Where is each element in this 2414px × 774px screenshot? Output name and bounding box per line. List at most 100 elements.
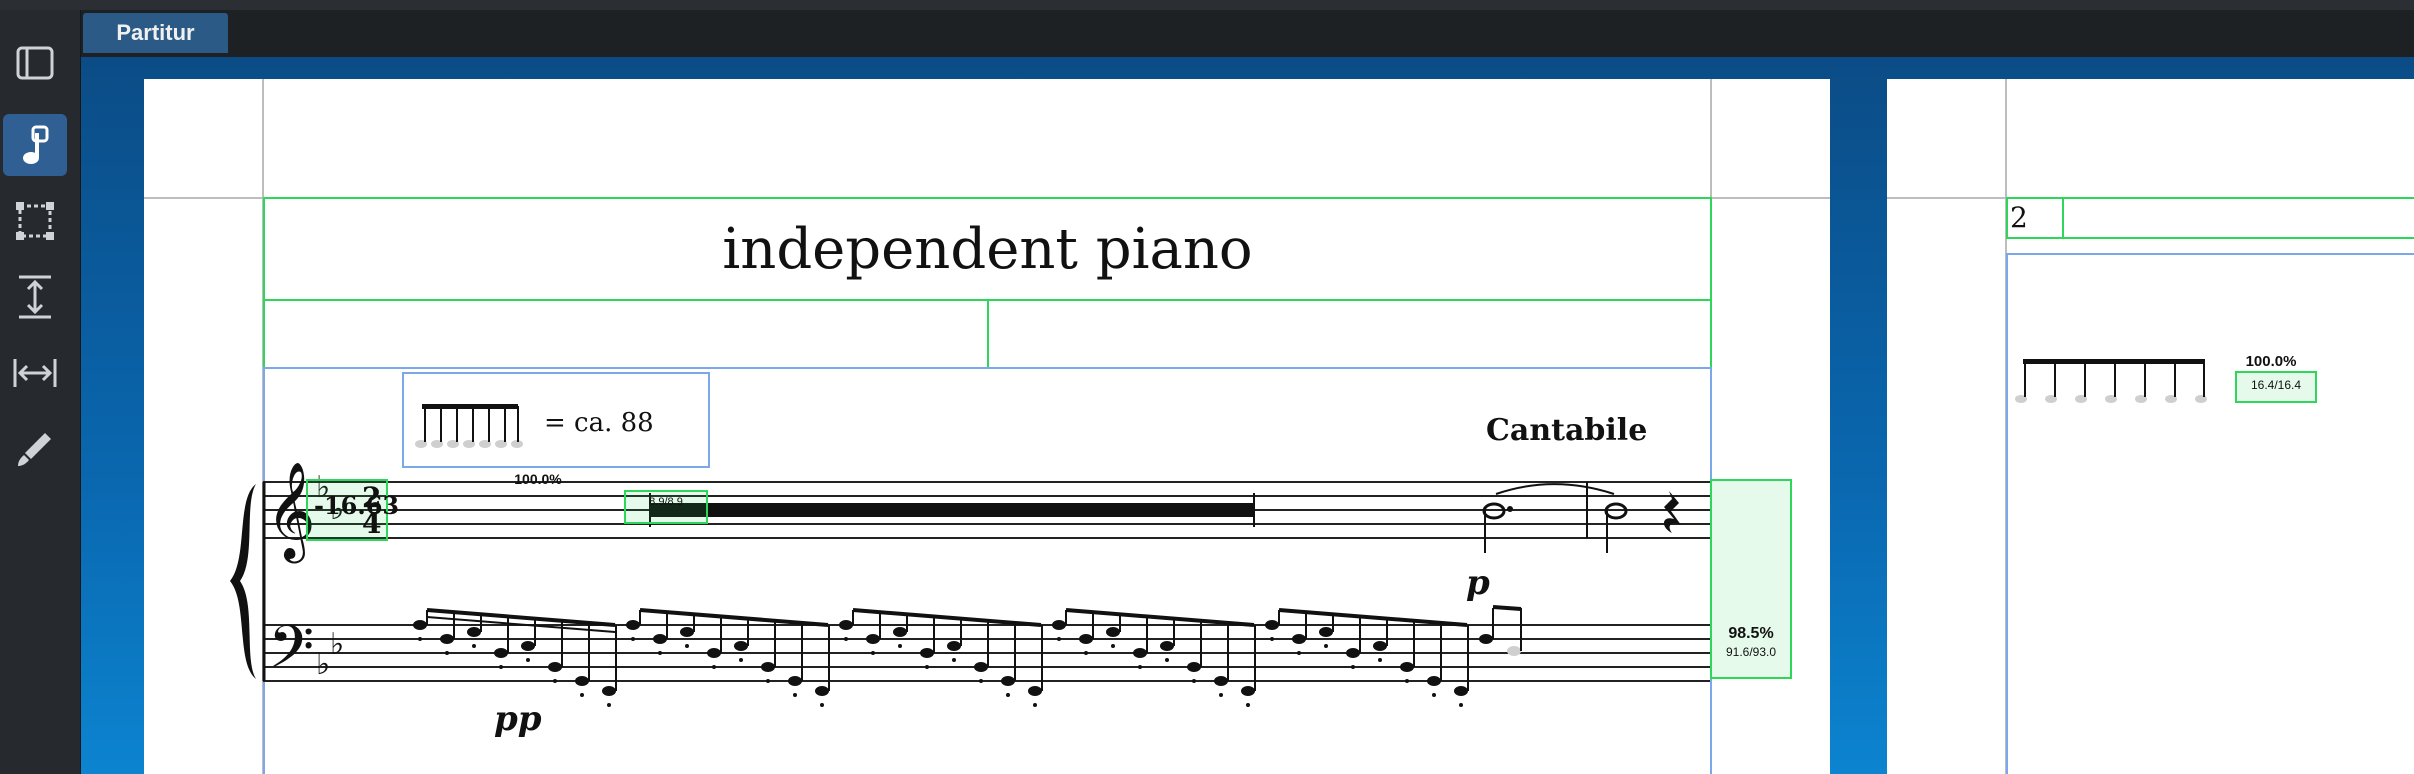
bass-note-head [1079, 634, 1093, 644]
score-page-1[interactable]: independent piano = ca. 88 Cantabile 𝄞 𝄢… [144, 79, 1830, 774]
dynamic-piano: p [1466, 563, 1490, 603]
note-input-button[interactable] [3, 114, 67, 176]
staccato-dot [418, 637, 422, 641]
measure-scale-frame[interactable]: 8.9/8.9 [624, 490, 708, 524]
bass-note-head [413, 620, 427, 630]
bass-note-head [974, 662, 988, 672]
bass-note-head [1400, 662, 1414, 672]
staccato-dot [1405, 679, 1409, 683]
horizontal-spacing-icon [13, 359, 57, 387]
staccato-dot [979, 679, 983, 683]
page-number-frame[interactable]: 2 [2006, 197, 2064, 239]
bass-note-head [1427, 676, 1441, 686]
bass-note-head [1346, 648, 1360, 658]
staccato-dot [1219, 693, 1223, 697]
staccato-dot [445, 651, 449, 655]
staccato-dot [925, 665, 929, 669]
staccato-dot [712, 665, 716, 669]
staccato-dot [1378, 658, 1382, 662]
bass-note-head [1265, 620, 1279, 630]
page2-scale-ratio: 16.4/16.4 [2250, 378, 2302, 392]
vertical-spacing-button[interactable] [3, 266, 67, 328]
staccato-dot [658, 651, 662, 655]
bass-note-head [1241, 686, 1255, 696]
page2-tempo-beam-glyph [2015, 359, 2207, 403]
page2-system-frame[interactable] [2006, 253, 2414, 774]
staccato-dot [1084, 651, 1088, 655]
bass-note-head [680, 627, 694, 637]
bass-note-head [1187, 662, 1201, 672]
pen-button[interactable] [3, 418, 67, 480]
staccato-dot [499, 665, 503, 669]
bass-note-head [1292, 634, 1306, 644]
bass-note-head [440, 634, 454, 644]
staccato-dot [1351, 665, 1355, 669]
staccato-dot [844, 637, 848, 641]
staccato-dot [526, 658, 530, 662]
page2-scale-percent: 100.0% [2245, 353, 2297, 370]
staccato-dot [1057, 637, 1061, 641]
bass-note-head [893, 627, 907, 637]
staccato-dot [607, 703, 611, 707]
tab-bar: Partitur [81, 10, 2414, 57]
staccato-dot [1297, 651, 1301, 655]
staccato-dot [871, 651, 875, 655]
system-scale-frame[interactable]: 98.5% 91.6/93.0 [1710, 479, 1792, 679]
bass-note-head [815, 686, 829, 696]
bass-note-head [626, 620, 640, 630]
system-scale-percent-wrap: 98.5% 91.6/93.0 [1712, 625, 1790, 659]
bass-note-head [602, 686, 616, 696]
score-page-2[interactable]: 2 100.0% 16.4/16.4 [1887, 79, 2414, 774]
staccato-dot [766, 679, 770, 683]
vertical-spacing-icon [19, 275, 51, 319]
page-number: 2 [2010, 201, 2028, 234]
bass-note-head [1160, 641, 1174, 651]
bass-note-head [1106, 627, 1120, 637]
bass-note-head [1214, 676, 1228, 686]
select-box-button[interactable] [3, 190, 67, 252]
page2-header-frame[interactable] [2062, 197, 2414, 239]
select-box-icon [16, 202, 54, 240]
bass-note-head [761, 662, 775, 672]
page2-scale-label: 100.0% [2227, 353, 2315, 370]
bass-note-head [548, 662, 562, 672]
panel-toggle-icon [16, 46, 54, 80]
bass-note-head [1001, 676, 1015, 686]
measure-scale-ratio: 8.9/8.9 [649, 496, 683, 508]
staccato-dot [1459, 703, 1463, 707]
horizontal-spacing-button[interactable] [3, 342, 67, 404]
staccato-dot [952, 658, 956, 662]
panel-toggle-button[interactable] [3, 32, 67, 94]
music-notation: 𝄞 𝄢 ♭ ♭ ♭ ♭ [230, 461, 1710, 707]
staccato-dot [1006, 693, 1010, 697]
system-scale-percent: 98.5% [1728, 625, 1774, 642]
staccato-dot [820, 703, 824, 707]
bass-note-head [920, 648, 934, 658]
measure-scale-label: 100.0% [496, 471, 580, 487]
bass-note-head [521, 641, 535, 651]
svg-text:♭: ♭ [330, 627, 344, 662]
time-signature-frame[interactable]: -16.63 2 4 [306, 479, 399, 541]
bass-note-head [575, 676, 589, 686]
bass-note-head [467, 627, 481, 637]
staccato-dot [739, 658, 743, 662]
system-scale-ratio: 91.6/93.0 [1725, 645, 1777, 659]
staccato-dot [898, 644, 902, 648]
score-canvas[interactable]: independent piano = ca. 88 Cantabile 𝄞 𝄢… [81, 57, 2414, 774]
bass-note-head [839, 620, 853, 630]
measure-scale-percent: 100.0% [514, 471, 562, 487]
time-signature-offset: -16.63 [314, 491, 400, 520]
staccato-dot [631, 637, 635, 641]
mode-toolbar [0, 10, 81, 774]
svg-text:𝄢: 𝄢 [268, 612, 314, 696]
page2-scale-frame[interactable]: 16.4/16.4 [2235, 371, 2317, 403]
staccato-dot [793, 693, 797, 697]
staccato-dot [1033, 703, 1037, 707]
bass-note-head [1052, 620, 1066, 630]
staccato-dot [1432, 693, 1436, 697]
staccato-dot [553, 679, 557, 683]
bass-note-head [707, 648, 721, 658]
bass-note-head [1319, 627, 1333, 637]
staccato-dot [685, 644, 689, 648]
tab-partitur[interactable]: Partitur [83, 13, 228, 53]
